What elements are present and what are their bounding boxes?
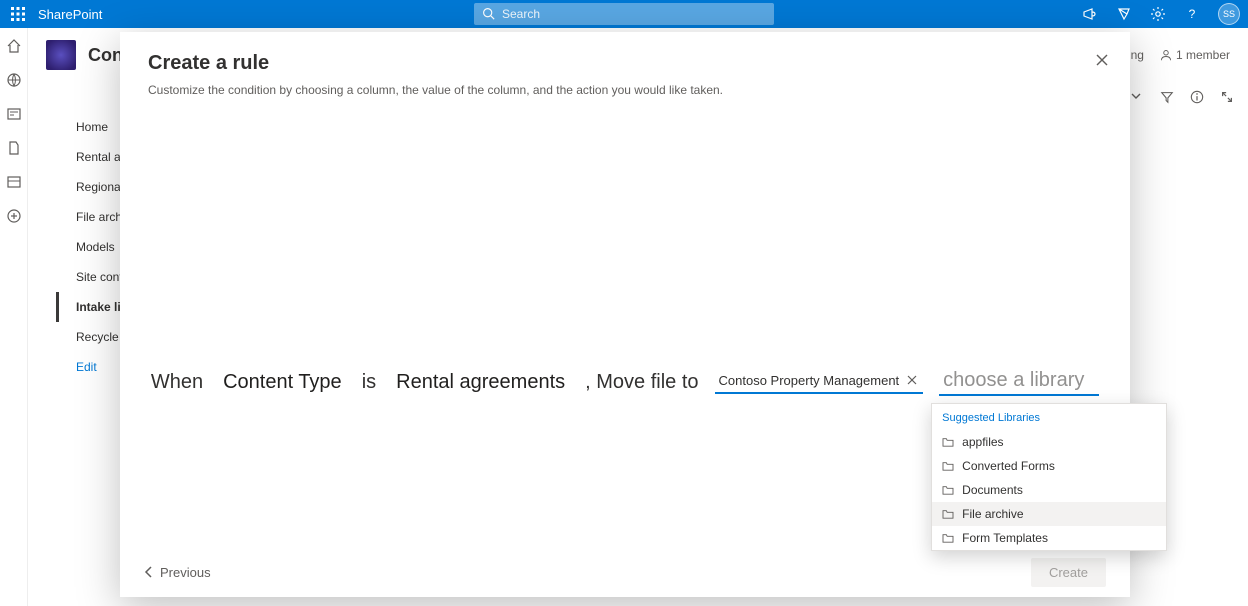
globe-icon[interactable] — [6, 72, 22, 88]
dropdown-item-file-archive[interactable]: File archive — [932, 502, 1166, 526]
command-bar-right — [1130, 90, 1236, 106]
dropdown-item-label: File archive — [962, 507, 1023, 521]
filter-icon[interactable] — [1160, 90, 1176, 106]
news-icon[interactable] — [6, 106, 22, 122]
folder-icon — [942, 437, 954, 447]
folder-icon — [942, 461, 954, 471]
rule-action-line: Move file to Contoso Property Management… — [596, 369, 1099, 396]
person-icon — [1160, 49, 1172, 61]
close-icon[interactable] — [1092, 50, 1112, 70]
folder-icon — [942, 509, 954, 519]
gear-icon[interactable] — [1150, 6, 1166, 22]
search-icon — [482, 7, 495, 20]
site-name[interactable]: Con — [88, 45, 123, 66]
megaphone-icon[interactable] — [1082, 6, 1098, 22]
dropdown-item-label: Documents — [962, 483, 1023, 497]
dropdown-item-label: appfiles — [962, 435, 1003, 449]
previous-button[interactable]: Previous — [144, 565, 211, 580]
app-name: SharePoint — [38, 7, 102, 22]
dropdown-item-converted-forms[interactable]: Converted Forms — [932, 454, 1166, 478]
dropdown-header: Suggested Libraries — [932, 404, 1166, 430]
site-chip-label: Contoso Property Management — [719, 373, 900, 388]
folder-icon — [942, 485, 954, 495]
modal-footer: Previous Create — [120, 547, 1130, 597]
modal-title: Create a rule — [148, 52, 1102, 75]
library-dropdown: Suggested Libraries appfiles Converted F… — [931, 403, 1167, 551]
condition-value-picker[interactable]: Rental agreements — [390, 371, 571, 397]
member-count[interactable]: 1 member — [1160, 48, 1230, 62]
chip-remove-icon[interactable] — [907, 375, 919, 387]
when-label: When — [151, 371, 203, 394]
list-icon[interactable] — [6, 174, 22, 190]
expand-icon[interactable] — [1220, 90, 1236, 106]
chevron-down-icon[interactable] — [1130, 90, 1146, 106]
create-rule-panel: Create a rule Customize the condition by… — [120, 32, 1130, 597]
suite-bar: SharePoint ? SS — [0, 0, 1248, 28]
avatar[interactable]: SS — [1218, 3, 1240, 25]
action-label: Move file to — [596, 371, 698, 394]
avatar-initials: SS — [1223, 9, 1235, 19]
help-icon[interactable]: ? — [1184, 6, 1200, 22]
modal-header: Create a rule Customize the condition by… — [120, 32, 1130, 101]
folder-icon — [942, 533, 954, 543]
create-button[interactable]: Create — [1031, 558, 1106, 587]
library-input-wrap: Suggested Libraries appfiles Converted F… — [939, 369, 1099, 396]
column-picker[interactable]: Content Type — [217, 371, 348, 397]
rule-sentence: When Content Type is Rental agreements ,… — [120, 351, 1130, 397]
left-rail — [0, 28, 28, 606]
svg-text:?: ? — [1189, 7, 1196, 21]
dropdown-item-label: Converted Forms — [962, 459, 1055, 473]
is-label: is — [362, 371, 376, 394]
comma: , — [585, 371, 591, 394]
modal-subtitle: Customize the condition by choosing a co… — [148, 83, 1102, 97]
modal-body: When Content Type is Rental agreements ,… — [120, 101, 1130, 547]
site-chip[interactable]: Contoso Property Management — [715, 371, 924, 394]
dropdown-item-form-templates[interactable]: Form Templates — [932, 526, 1166, 550]
files-icon[interactable] — [6, 140, 22, 156]
mail-icon[interactable] — [1116, 6, 1132, 22]
suite-right: ? SS — [1082, 3, 1240, 25]
dropdown-item-appfiles[interactable]: appfiles — [932, 430, 1166, 454]
site-logo[interactable] — [46, 40, 76, 70]
chevron-left-icon — [144, 566, 154, 578]
search-input[interactable] — [474, 3, 774, 25]
info-icon[interactable] — [1190, 90, 1206, 106]
rule-condition-line: When Content Type is Rental agreements , — [151, 371, 591, 397]
add-icon[interactable] — [6, 208, 22, 224]
previous-label: Previous — [160, 565, 211, 580]
dropdown-item-label: Form Templates — [962, 531, 1048, 545]
search-wrap — [474, 3, 774, 25]
member-count-label: 1 member — [1176, 48, 1230, 62]
library-input[interactable] — [939, 369, 1099, 396]
home-icon[interactable] — [6, 38, 22, 54]
app-launcher-icon[interactable] — [8, 4, 28, 24]
dropdown-item-documents[interactable]: Documents — [932, 478, 1166, 502]
